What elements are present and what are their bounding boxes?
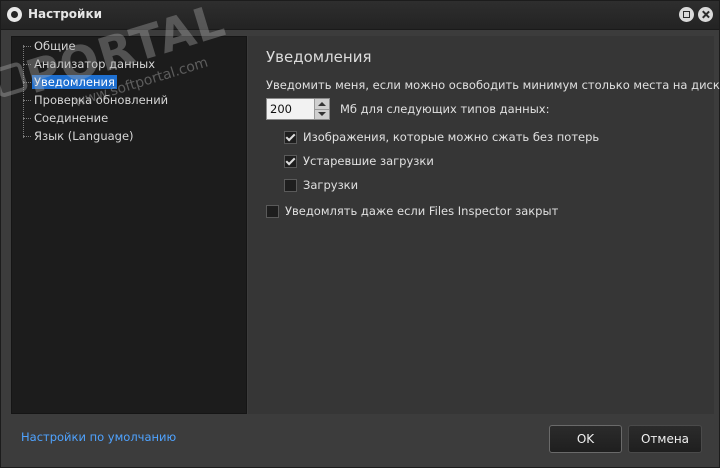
notify-when-closed-label[interactable]: Уведомлять даже если Files Inspector зак… [285, 204, 558, 218]
tree-connector-line [23, 82, 31, 83]
notify-description: Уведомить меня, если можно освободить ми… [266, 78, 720, 92]
notifications-settings-panel: Уведомления Уведомить меня, если можно о… [248, 36, 720, 414]
sidebar-item-notifications[interactable]: Уведомления [32, 75, 117, 89]
close-window-icon[interactable] [698, 7, 713, 22]
window-title: Настройки [28, 7, 103, 21]
sidebar-item-data-analyzer[interactable]: Анализатор данных [32, 57, 157, 71]
tree-connector-line [23, 100, 31, 101]
cancel-button[interactable]: Отмена [628, 425, 702, 453]
spin-down-arrow-icon[interactable] [315, 109, 329, 119]
restore-window-icon[interactable] [679, 7, 694, 22]
spinbox-buttons [314, 99, 329, 119]
tree-connector-line [23, 136, 31, 137]
size-threshold-spinbox[interactable]: 200 [266, 98, 330, 120]
restore-defaults-link[interactable]: Настройки по умолчанию [21, 430, 176, 444]
lossless-images-label[interactable]: Изображения, которые можно сжать без пот… [303, 130, 599, 144]
sidebar-item-general[interactable]: Общие [32, 39, 78, 53]
notify-when-closed-checkbox[interactable] [266, 205, 279, 218]
tree-connector-line [23, 64, 31, 65]
size-threshold-value[interactable]: 200 [270, 102, 292, 116]
option-notify-when-closed[interactable]: Уведомлять даже если Files Inspector зак… [266, 203, 586, 219]
old-downloads-checkbox[interactable] [284, 155, 297, 168]
settings-window: Настройки Общие Анализатор данных Уведом… [0, 0, 720, 468]
downloads-label[interactable]: Загрузки [303, 178, 358, 192]
section-heading: Уведомления [266, 48, 372, 66]
option-downloads[interactable]: Загрузки [284, 177, 584, 193]
tree-connector-line [23, 46, 31, 47]
sidebar-item-update-check[interactable]: Проверка обновлений [32, 93, 170, 107]
option-old-downloads[interactable]: Устаревшие загрузки [284, 153, 584, 169]
tree-connector-line [23, 118, 31, 119]
size-unit-label: Мб для следующих типов данных: [340, 102, 550, 116]
sidebar-item-language[interactable]: Язык (Language) [32, 129, 136, 143]
app-icon [7, 7, 22, 22]
title-bar[interactable]: Настройки [1, 1, 719, 30]
option-lossless-images[interactable]: Изображения, которые можно сжать без пот… [284, 129, 599, 145]
old-downloads-label[interactable]: Устаревшие загрузки [303, 154, 434, 168]
lossless-images-checkbox[interactable] [284, 131, 297, 144]
downloads-checkbox[interactable] [284, 179, 297, 192]
sidebar-item-connection[interactable]: Соединение [32, 111, 110, 125]
ok-button[interactable]: OK [549, 425, 622, 453]
settings-category-tree: Общие Анализатор данных Уведомления Пров… [11, 36, 247, 414]
tree-connector-line [23, 45, 24, 138]
